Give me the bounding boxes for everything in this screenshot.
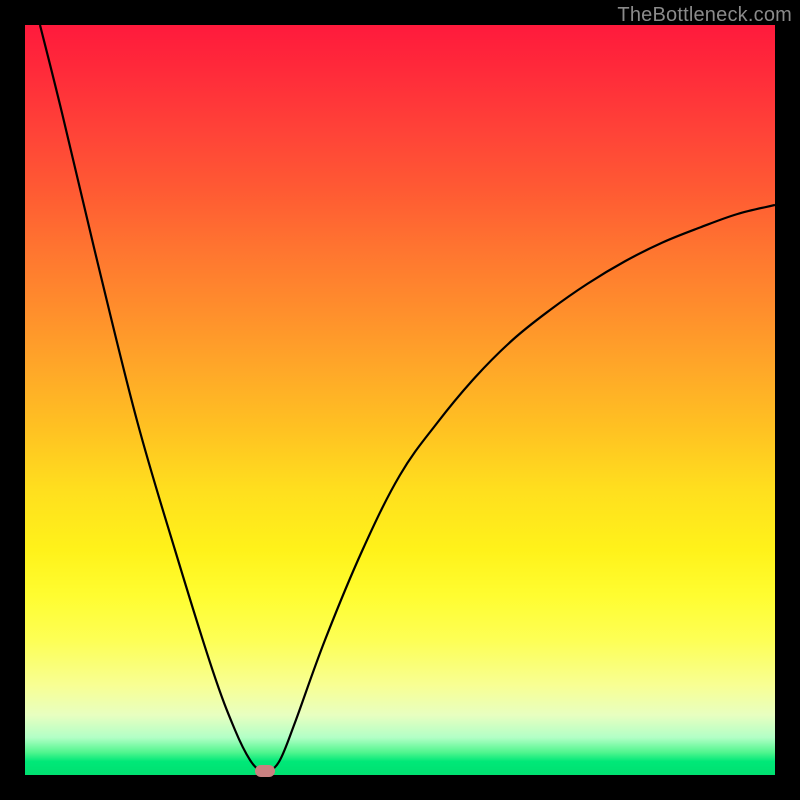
bottleneck-curve — [25, 25, 775, 775]
chart-frame: TheBottleneck.com — [0, 0, 800, 800]
watermark-text: TheBottleneck.com — [617, 4, 792, 27]
optimal-marker — [255, 765, 275, 777]
plot-area — [25, 25, 775, 775]
